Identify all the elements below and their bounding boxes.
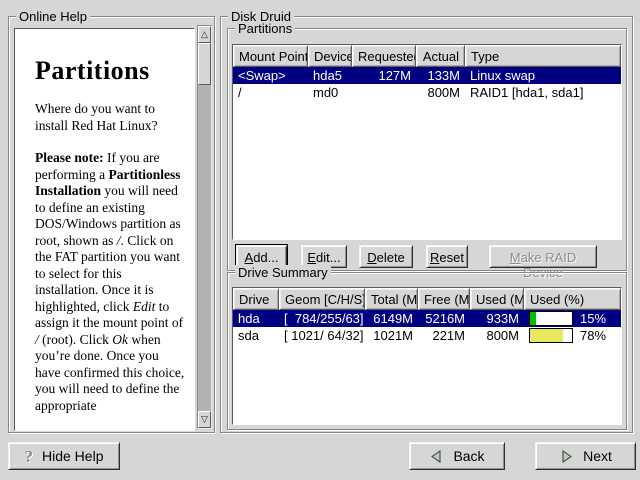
cell-total: 1021M xyxy=(365,328,418,343)
online-help-panel: Online Help Partitions Where do you want… xyxy=(8,16,215,433)
column-header-device[interactable]: Device xyxy=(308,45,352,67)
partitions-frame-label: Partitions xyxy=(235,21,295,36)
back-button[interactable]: Back xyxy=(409,442,505,470)
drive-summary-table-header: Drive Geom [C/H/S] Total (M) Free (M) Us… xyxy=(233,288,621,310)
column-header-actual[interactable]: Actual xyxy=(416,45,465,67)
cell-actual: 133M xyxy=(416,68,465,83)
delete-button[interactable]: Delete xyxy=(359,245,413,268)
drive-summary-frame-label: Drive Summary xyxy=(235,265,331,280)
cell-free: 5216M xyxy=(418,311,470,326)
partitions-section: Partitions Mount Point Device Requested … xyxy=(227,28,627,271)
partitions-table: Mount Point Device Requested Actual Type… xyxy=(232,44,622,240)
next-arrow-icon xyxy=(559,449,574,464)
column-header-type[interactable]: Type xyxy=(465,45,621,67)
help-text-area: Partitions Where do you want to install … xyxy=(14,28,195,431)
disk-druid-panel: Disk Druid Partitions Mount Point Device… xyxy=(220,16,633,433)
cell-used-percent: 78% xyxy=(524,328,621,343)
column-header-geom[interactable]: Geom [C/H/S] xyxy=(279,288,365,310)
next-button[interactable]: Next xyxy=(535,442,636,470)
help-paragraph-1: Where do you want to install Red Hat Lin… xyxy=(35,101,186,134)
cell-total: 6149M xyxy=(365,311,418,326)
column-header-requested[interactable]: Requested xyxy=(352,45,416,67)
column-header-mount-point[interactable]: Mount Point xyxy=(233,45,308,67)
cell-used: 800M xyxy=(470,328,524,343)
make-raid-device-button[interactable]: Make RAID Device xyxy=(489,245,597,268)
cell-actual: 800M xyxy=(416,85,465,100)
cell-used-percent: 15% xyxy=(524,311,621,326)
scrollbar-thumb[interactable] xyxy=(198,43,211,85)
cell-used: 933M xyxy=(470,311,524,326)
partitions-table-header: Mount Point Device Requested Actual Type xyxy=(233,45,621,67)
partition-row-root[interactable]: / md0 800M RAID1 [hda1, sda1] xyxy=(233,84,621,101)
column-header-free[interactable]: Free (M) xyxy=(418,288,470,310)
hide-help-label: Hide Help xyxy=(42,448,103,464)
question-mark-icon: ? xyxy=(25,448,34,465)
scroll-up-icon[interactable]: △ xyxy=(198,26,211,43)
column-header-total[interactable]: Total (M) xyxy=(365,288,418,310)
cell-drive: hda xyxy=(233,311,279,326)
online-help-frame-label: Online Help xyxy=(16,9,90,24)
cell-mount-point: / xyxy=(233,85,308,100)
column-header-used-percent[interactable]: Used (%) xyxy=(524,288,621,310)
drive-summary-table: Drive Geom [C/H/S] Total (M) Free (M) Us… xyxy=(232,287,622,425)
drive-row-hda[interactable]: hda [ 784/255/63] 6149M 5216M 933M 15% xyxy=(233,310,621,327)
cell-mount-point: <Swap> xyxy=(233,68,308,83)
help-scrollbar[interactable]: △ ▽ xyxy=(197,25,212,429)
cell-free: 221M xyxy=(418,328,470,343)
scroll-down-icon[interactable]: ▽ xyxy=(198,411,211,428)
cell-geom: [ 784/255/63] xyxy=(279,311,365,326)
cell-device: md0 xyxy=(308,85,352,100)
next-label: Next xyxy=(583,448,612,464)
cell-drive: sda xyxy=(233,328,279,343)
scrollbar-trough[interactable] xyxy=(198,85,211,411)
partition-row-swap[interactable]: <Swap> hda5 127M 133M Linux swap xyxy=(233,67,621,84)
column-header-drive[interactable]: Drive xyxy=(233,288,279,310)
reset-button[interactable]: Reset xyxy=(426,245,468,268)
help-title: Partitions xyxy=(35,57,186,85)
column-header-used[interactable]: Used (M) xyxy=(470,288,524,310)
hide-help-button[interactable]: ? Hide Help xyxy=(8,442,120,470)
cell-geom: [ 1021/ 64/32] xyxy=(279,328,365,343)
cell-type: Linux swap xyxy=(465,68,621,83)
usage-bar xyxy=(529,311,573,326)
drive-row-sda[interactable]: sda [ 1021/ 64/32] 1021M 221M 800M 78% xyxy=(233,327,621,344)
drive-summary-section: Drive Summary Drive Geom [C/H/S] Total (… xyxy=(227,272,627,430)
cell-requested: 127M xyxy=(352,68,416,83)
help-paragraph-2: Please note: If you are performing a Par… xyxy=(35,150,186,414)
back-arrow-icon xyxy=(429,449,444,464)
usage-bar xyxy=(529,328,573,343)
cell-type: RAID1 [hda1, sda1] xyxy=(465,85,621,100)
cell-device: hda5 xyxy=(308,68,352,83)
back-label: Back xyxy=(453,448,484,464)
